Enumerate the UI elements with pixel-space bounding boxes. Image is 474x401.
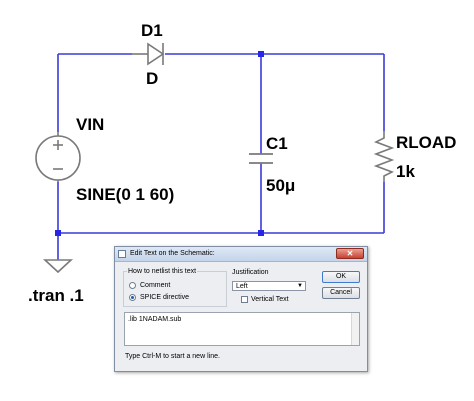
junction-bottom-left — [55, 230, 61, 236]
new-line-hint: Type Ctrl-M to start a new line. — [125, 353, 220, 360]
justification-label: Justification — [231, 269, 270, 276]
wires — [57, 53, 385, 260]
junction-bottom-mid — [258, 230, 264, 236]
load-ref-label[interactable]: RLOAD — [396, 134, 456, 151]
capacitor-value-label[interactable]: 50μ — [266, 177, 295, 194]
chevron-down-icon: ▼ — [297, 283, 303, 289]
vertical-text-label: Vertical Text — [251, 296, 289, 303]
source-value-label[interactable]: SINE(0 1 60) — [76, 186, 174, 203]
cancel-button[interactable]: Cancel — [322, 287, 360, 299]
spice-directive-radio[interactable] — [129, 294, 136, 301]
diode-ref-label[interactable]: D1 — [141, 22, 163, 39]
junction-top — [258, 51, 264, 57]
text-content-input[interactable]: .lib 1NADAM.sub — [124, 312, 360, 346]
close-icon[interactable]: ✕ — [336, 248, 364, 259]
comment-option-label: Comment — [140, 282, 171, 289]
justification-value: Left — [236, 283, 248, 290]
netlist-group — [123, 271, 227, 307]
ground-symbol[interactable] — [42, 259, 74, 274]
resistor-symbol[interactable] — [373, 131, 395, 182]
ok-button[interactable]: OK — [322, 271, 360, 283]
vertical-text-checkbox[interactable] — [241, 296, 248, 303]
diode-value-label[interactable]: D — [146, 70, 158, 87]
spice-option-label: SPICE directive — [140, 294, 190, 301]
netlist-group-label: How to netlist this text — [127, 268, 198, 275]
dialog-titlebar[interactable]: Edit Text on the Schematic: ✕ — [115, 247, 367, 262]
edit-text-dialog: Edit Text on the Schematic: ✕ How to net… — [114, 246, 368, 372]
textarea-scrollbar[interactable] — [351, 313, 359, 345]
source-ref-label[interactable]: VIN — [76, 116, 104, 133]
load-value-label[interactable]: 1k — [396, 163, 415, 180]
app-icon — [118, 250, 126, 258]
comment-radio[interactable] — [129, 282, 136, 289]
capacitor-symbol[interactable] — [249, 153, 273, 164]
spice-directive-label[interactable]: .tran .1 — [28, 287, 84, 304]
voltage-source-symbol[interactable] — [35, 132, 81, 182]
justification-select[interactable]: Left ▼ — [232, 281, 306, 291]
capacitor-ref-label[interactable]: C1 — [266, 135, 288, 152]
dialog-title: Edit Text on the Schematic: — [130, 250, 215, 257]
text-content-value: .lib 1NADAM.sub — [128, 316, 182, 323]
diode-symbol[interactable] — [132, 42, 165, 66]
